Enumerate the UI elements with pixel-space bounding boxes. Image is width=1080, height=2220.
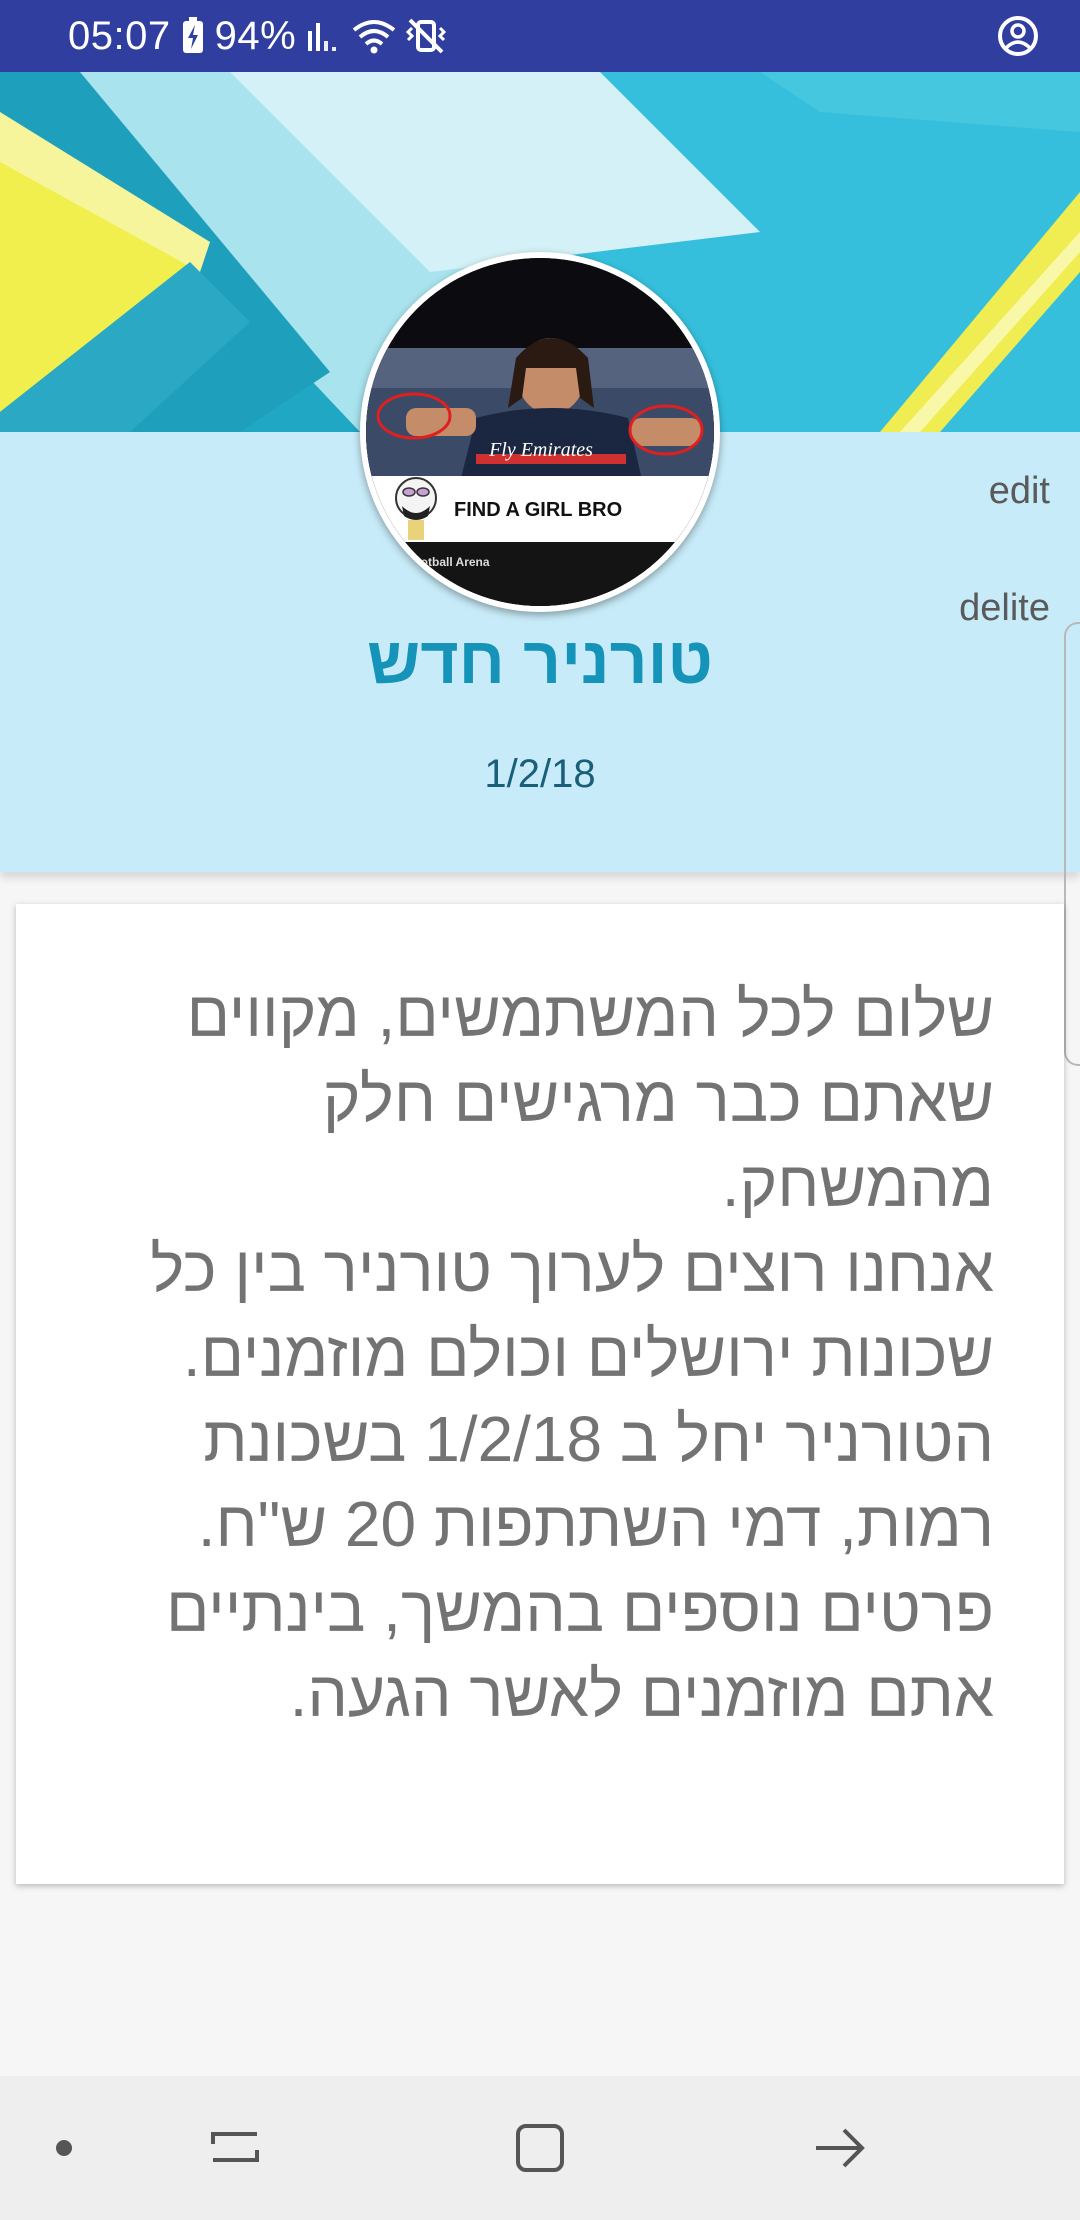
event-date: 1/2/18	[484, 752, 596, 796]
status-bar: 05:07 94%	[0, 0, 1080, 72]
event-avatar: Fly Emirates FIND A GIRL BRO Football Ar…	[360, 252, 720, 612]
message-paragraph: אנחנו רוצים לערוך טורניר בין כל שכונות י…	[150, 1233, 994, 1560]
message-paragraph: שלום לכל המשתמשים, מקווים שאתם כבר מרגיש…	[186, 978, 994, 1220]
recents-icon[interactable]	[190, 2076, 280, 2220]
battery-charging-icon	[181, 17, 205, 55]
signal-icon	[306, 19, 342, 53]
message-body: שלום לכל המשתמשים, מקווים שאתם כבר מרגיש…	[34, 972, 994, 1737]
message-paragraph: פרטים נוספים בהמשך, בינתיים אתם מוזמנים …	[165, 1573, 994, 1730]
event-title: טורניר חדש	[367, 623, 713, 697]
navigation-bar	[0, 2076, 1080, 2220]
message-card: שלום לכל המשתמשים, מקווים שאתם כבר מרגיש…	[16, 904, 1064, 1884]
status-left: 05:07 94%	[68, 0, 447, 72]
vibrate-icon	[406, 18, 447, 54]
account-icon[interactable]	[996, 14, 1040, 58]
event-image: Fly Emirates FIND A GIRL BRO Football Ar…	[366, 258, 714, 606]
edit-button[interactable]: edit	[989, 470, 1050, 513]
status-time: 05:07	[68, 13, 171, 58]
image-sponsor-text: Fly Emirates	[488, 439, 593, 461]
home-icon[interactable]	[490, 2076, 590, 2220]
wifi-icon	[352, 18, 396, 54]
image-caption-text: FIND A GIRL BRO	[454, 499, 622, 521]
back-icon[interactable]	[800, 2076, 880, 2220]
dot-icon[interactable]	[34, 2076, 94, 2220]
battery-percent: 94%	[214, 13, 297, 58]
